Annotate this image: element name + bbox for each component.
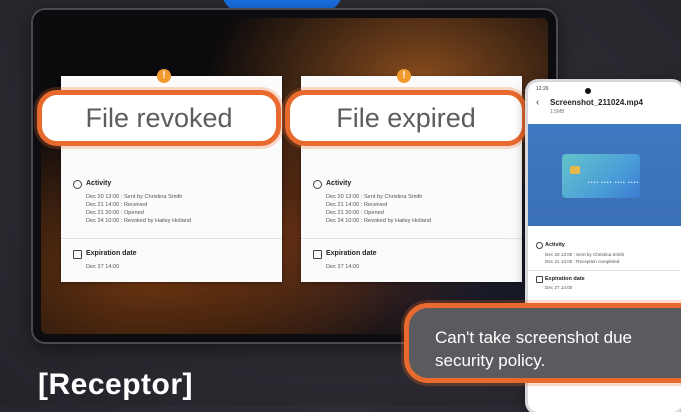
expiration-title: Expiration date xyxy=(545,276,585,282)
expiration-title: Expiration date xyxy=(326,250,377,257)
status-pill-revoked: File revoked xyxy=(37,90,281,146)
camera-dot xyxy=(585,88,591,94)
activity-line: Dec 24 10:00 : Revoked by Hailey Holland xyxy=(86,218,192,224)
tablet-device: ! Activity Dec 20 13:00 : Sent by Christ… xyxy=(31,8,558,344)
alert-icon: ! xyxy=(397,69,411,83)
activity-line: Dec 21 14:00 : Received xyxy=(326,202,388,208)
toast-message: Can't take screenshot due security polic… xyxy=(435,326,632,372)
divider xyxy=(61,238,282,239)
divider xyxy=(528,270,681,271)
status-pill-expired: File expired xyxy=(285,90,527,146)
activity-line: Dec 21 20:00 : Opened xyxy=(326,210,384,216)
calendar-icon xyxy=(73,250,82,259)
toast-line-1: Can't take screenshot due xyxy=(435,328,632,347)
activity-icon xyxy=(313,180,322,189)
activity-line: Dec 20 13:00 : Sent by Christina Smith xyxy=(545,252,625,257)
expiration-value: Dec 27 14:00 xyxy=(545,285,573,290)
file-title: Screenshot_211024.mp4 xyxy=(550,98,643,107)
divider xyxy=(301,238,522,239)
activity-line: Dec 21 20:00 : Opened xyxy=(86,210,144,216)
calendar-icon xyxy=(313,250,322,259)
activity-line: Dec 20 13:00 : Sent by Christina Smith xyxy=(86,194,183,200)
activity-title: Activity xyxy=(326,180,352,187)
expiration-value: Dec 27 14:00 xyxy=(326,264,360,270)
activity-line: Dec 21 14:00 : Reception completed xyxy=(545,259,620,264)
caption-title: [Receptor] xyxy=(38,368,194,401)
activity-line: Dec 21 14:00 : Received xyxy=(86,202,148,208)
activity-title: Activity xyxy=(86,180,112,187)
back-arrow-icon[interactable]: ‹ xyxy=(536,98,539,108)
activity-icon xyxy=(536,242,543,249)
expiration-value: Dec 27 14:00 xyxy=(86,264,120,270)
card-digits: •••• •••• •••• •••• xyxy=(588,180,640,186)
video-preview[interactable]: •••• •••• •••• •••• xyxy=(528,124,681,226)
calendar-icon xyxy=(536,276,543,283)
activity-title: Activity xyxy=(545,242,565,248)
card-chip xyxy=(570,166,580,174)
activity-line: Dec 24 10:00 : Revoked by Hailey Holland xyxy=(326,218,432,224)
credit-card-image: •••• •••• •••• •••• xyxy=(562,154,640,198)
activity-line: Dec 20 13:00 : Sent by Christina Smith xyxy=(326,194,423,200)
alert-icon: ! xyxy=(157,69,171,83)
tablet-screen: ! Activity Dec 20 13:00 : Sent by Christ… xyxy=(41,18,548,334)
activity-icon xyxy=(73,180,82,189)
toast-line-2: security policy. xyxy=(435,351,546,370)
security-toast: Can't take screenshot due security polic… xyxy=(404,303,681,383)
expiration-title: Expiration date xyxy=(86,250,137,257)
status-time: 12:26 xyxy=(536,86,549,92)
file-size: 1.5MB xyxy=(550,109,565,115)
